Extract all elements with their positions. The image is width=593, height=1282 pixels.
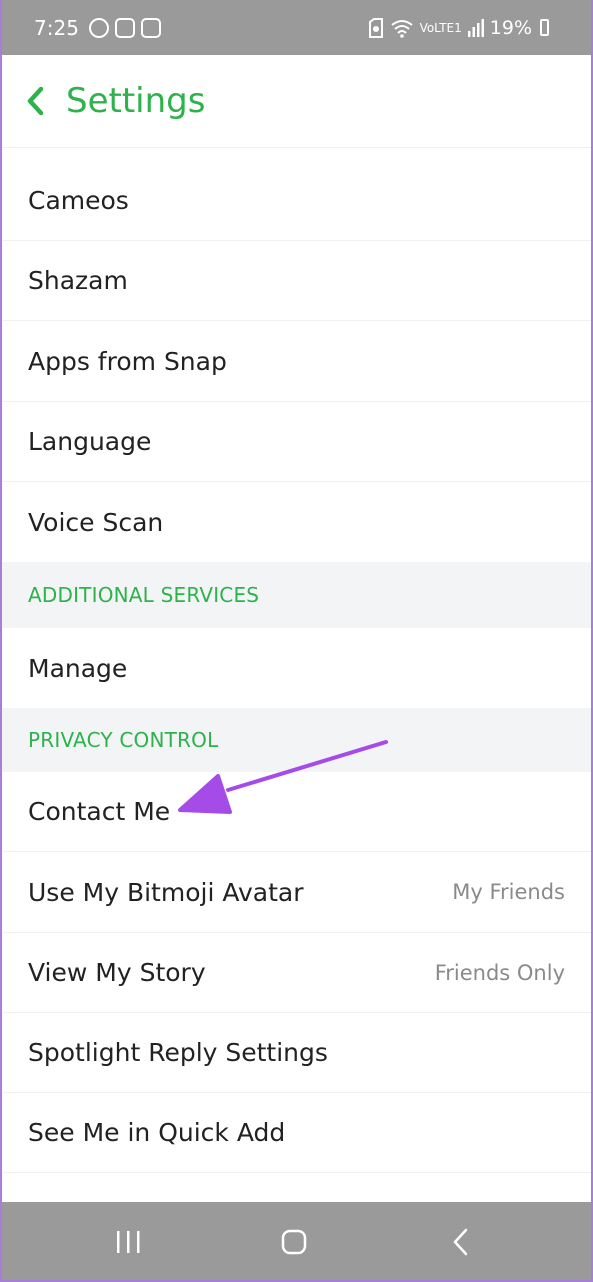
row-label: Cameos bbox=[28, 186, 129, 215]
section-header-additional-services: ADDITIONAL SERVICES bbox=[0, 562, 593, 628]
settings-row-voice-scan[interactable]: Voice Scan bbox=[0, 482, 593, 562]
settings-row-language[interactable]: Language bbox=[0, 402, 593, 482]
row-label: View My Story bbox=[28, 958, 206, 987]
chevron-left-icon[interactable] bbox=[22, 85, 48, 117]
settings-row-quick-add[interactable]: See Me in Quick Add bbox=[0, 1093, 593, 1173]
wifi-icon bbox=[390, 19, 413, 38]
instagram-icon bbox=[114, 17, 135, 38]
row-label: Apps from Snap bbox=[28, 346, 227, 376]
settings-row-cameos[interactable]: Cameos bbox=[0, 161, 593, 241]
settings-row-shazam[interactable]: Shazam bbox=[0, 241, 593, 321]
settings-screen: Settings Cameos Shazam Apps from Snap La… bbox=[0, 55, 593, 1202]
settings-row-manage[interactable]: Manage bbox=[0, 628, 593, 708]
row-label: Manage bbox=[28, 653, 128, 683]
settings-row-bitmoji-avatar[interactable]: Use My Bitmoji Avatar My Friends bbox=[0, 852, 593, 933]
status-left: 7:25 bbox=[34, 16, 161, 40]
row-label: Spotlight Reply Settings bbox=[28, 1038, 328, 1067]
battery-percent: 19% bbox=[489, 16, 532, 39]
settings-row-contact-me[interactable]: Contact Me bbox=[0, 772, 593, 852]
status-bar: 7:25 VoLTE1 19% bbox=[0, 0, 593, 55]
settings-row-spotlight-reply[interactable]: Spotlight Reply Settings bbox=[0, 1013, 593, 1093]
row-label: Voice Scan bbox=[28, 507, 164, 537]
row-value: My Friends bbox=[452, 880, 565, 904]
signal-icon bbox=[467, 18, 484, 37]
header: Settings bbox=[0, 55, 593, 148]
recents-icon[interactable] bbox=[108, 1222, 148, 1262]
row-value: Friends Only bbox=[434, 960, 565, 985]
section-label: ADDITIONAL SERVICES bbox=[28, 583, 260, 607]
section-header-privacy-control: PRIVACY CONTROL bbox=[0, 708, 593, 772]
row-label: Contact Me bbox=[28, 797, 171, 826]
sim-icon bbox=[368, 17, 383, 38]
settings-row-apps-from-snap[interactable]: Apps from Snap bbox=[0, 321, 593, 402]
network-type: VoLTE1 bbox=[419, 20, 462, 35]
system-nav-bar bbox=[0, 1202, 593, 1282]
row-label: See Me in Quick Add bbox=[28, 1118, 286, 1147]
home-icon[interactable] bbox=[274, 1222, 314, 1262]
row-label: Shazam bbox=[28, 266, 128, 295]
row-label: Language bbox=[28, 427, 152, 456]
whatsapp-icon bbox=[88, 17, 109, 38]
status-time: 7:25 bbox=[34, 15, 79, 40]
status-right: VoLTE1 19% bbox=[368, 17, 549, 39]
settings-row-view-my-story[interactable]: View My Story Friends Only bbox=[0, 933, 593, 1013]
section-label: PRIVACY CONTROL bbox=[28, 728, 219, 752]
back-icon[interactable] bbox=[442, 1222, 482, 1262]
page-title: Settings bbox=[66, 81, 206, 121]
row-label: Use My Bitmoji Avatar bbox=[28, 877, 304, 907]
gallery-icon bbox=[140, 17, 161, 38]
battery-icon bbox=[540, 19, 549, 36]
